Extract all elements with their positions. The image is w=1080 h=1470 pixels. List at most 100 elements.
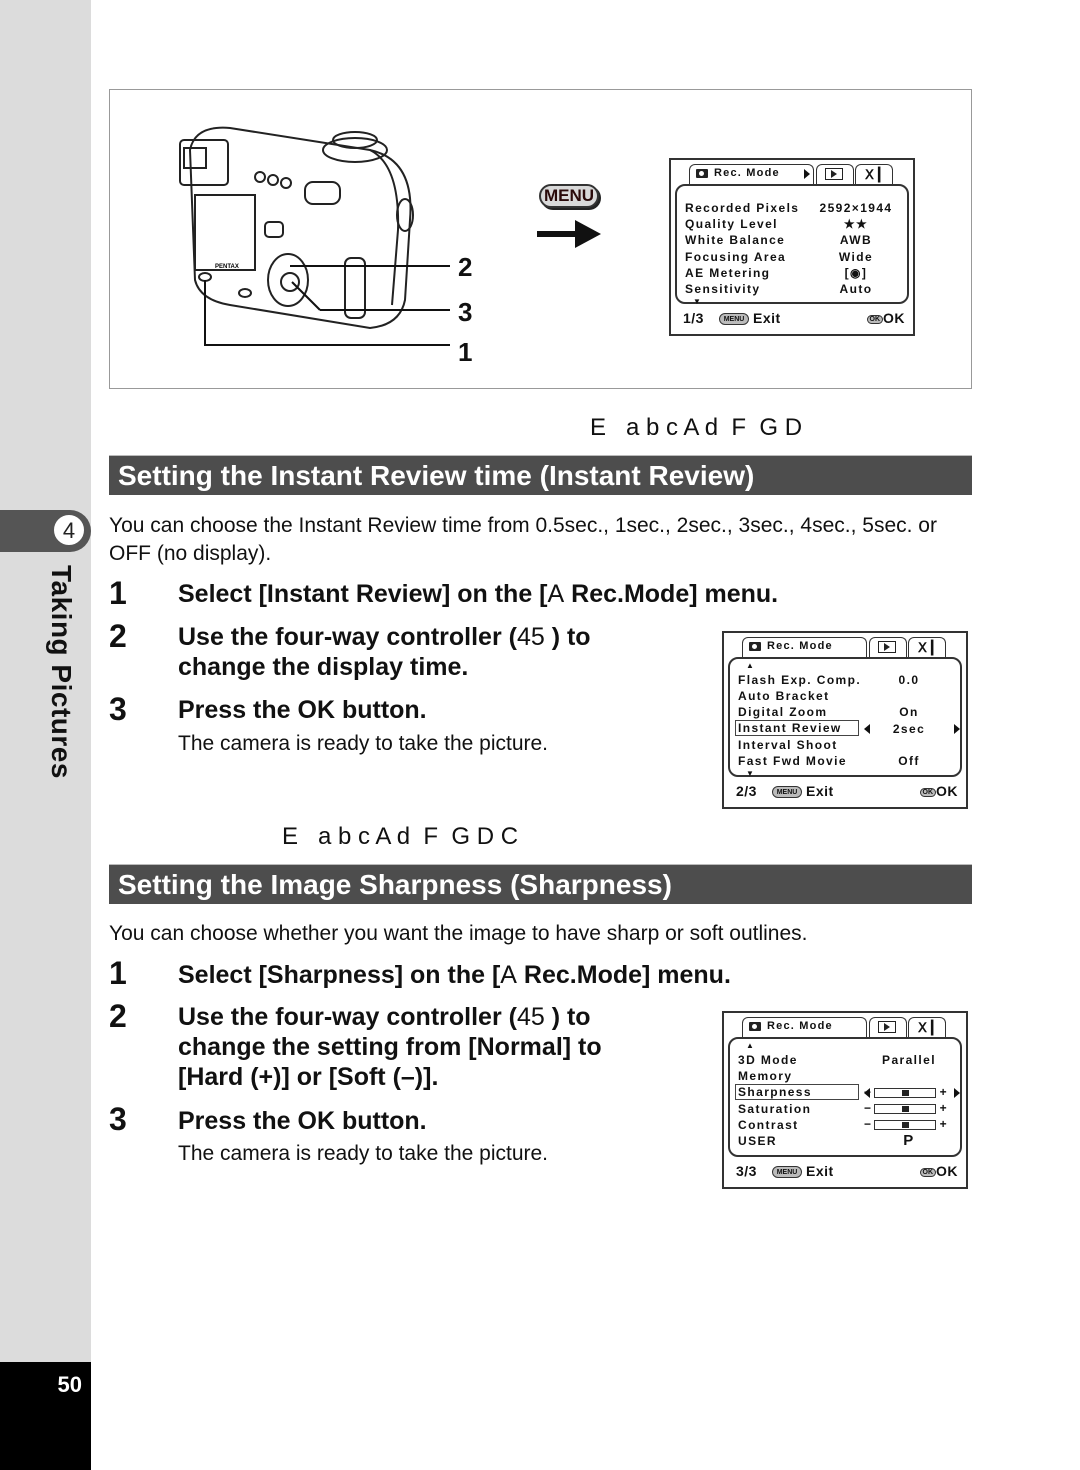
step-number: 2 [109, 618, 127, 654]
contrast-slider[interactable]: − + [864, 1117, 947, 1131]
playback-icon [878, 641, 896, 653]
tab-setup[interactable]: Ⅹ┃ [855, 164, 893, 184]
menu-row[interactable]: Saturation − + [738, 1101, 956, 1117]
scroll-up-icon[interactable]: ▲ [746, 661, 755, 670]
menu-row[interactable]: Focusing Area Wide [685, 249, 903, 265]
menu-row[interactable]: 3D Mode Parallel [738, 1052, 956, 1068]
right-arrow-icon[interactable] [954, 1088, 960, 1098]
page-indicator: 1/3 [683, 310, 704, 326]
menu-row[interactable]: Sensitivity Auto [685, 281, 903, 297]
camera-icon [749, 642, 761, 651]
menu-row[interactable]: Digital Zoom On [738, 704, 956, 720]
symbol-line: E a b c A d F G D [590, 414, 803, 441]
menu-row[interactable]: Recorded Pixels 2592×1944 [685, 200, 903, 216]
chapter-title: Taking Pictures [46, 565, 77, 779]
lcd-screen [194, 194, 256, 271]
step-text: Use the four-way controller (45 ) to chan… [178, 623, 591, 681]
slider-knob [901, 1090, 909, 1096]
menu-row[interactable]: USER P [738, 1133, 956, 1149]
menu-row[interactable]: Auto Bracket [738, 688, 956, 704]
callout-2: 2 [458, 252, 473, 282]
right-arrow-icon [537, 220, 601, 248]
ok-label[interactable]: OK OK [919, 1163, 959, 1179]
exit-label[interactable]: Exit [806, 1163, 834, 1179]
step-text: Select [Sharpness] on the [A Rec.Mode] m… [178, 961, 731, 989]
scroll-down-icon[interactable]: ▼ [746, 769, 755, 778]
section-title: Setting the Image Sharpness (Sharpness) [109, 864, 972, 904]
callout-3: 3 [458, 297, 473, 327]
brand-label: PENTAX [215, 264, 239, 270]
four-way-controller [267, 253, 309, 307]
step-text: Press the OK button. [178, 1107, 427, 1135]
tab-right-arrow-icon [804, 169, 810, 179]
lcd-screen-page-1: Rec. Mode Ⅹ┃ Recorded Pixels 2592×1944 Qu… [669, 158, 915, 336]
step-note: The camera is ready to take the picture. [178, 1142, 549, 1165]
menu-row-selected[interactable]: Instant Review 2sec [735, 720, 960, 737]
step-number: 3 [109, 1101, 127, 1137]
menu-row[interactable]: White Balance AWB [685, 232, 903, 248]
menu-button-icon: MENU [539, 184, 599, 208]
ok-pill-icon: OK [919, 1167, 936, 1177]
camera-icon [696, 169, 708, 178]
callout-1: 1 [458, 337, 473, 367]
scroll-up-icon[interactable]: ▲ [746, 1041, 755, 1050]
right-arrow-icon[interactable] [954, 724, 960, 734]
camera-illustration: PENTAX [179, 126, 450, 346]
scroll-down-icon[interactable]: ▼ [693, 297, 702, 306]
step-note: The camera is ready to take the picture. [178, 732, 549, 755]
lcd-screen-page-2: Rec. Mode Ⅹ┃ ▲ Flash Exp. Comp. 0.0 Auto … [722, 631, 968, 809]
tab-playback[interactable] [869, 637, 907, 657]
section-title: Setting the Instant Review time (Instant… [109, 455, 972, 495]
menu-row[interactable]: Quality Level ★★ [685, 216, 903, 232]
lcd-footer: 2/3 MENU Exit OK OK [736, 781, 958, 803]
tab-setup[interactable]: Ⅹ┃ [908, 637, 946, 657]
exit-label[interactable]: Exit [753, 310, 781, 326]
step-text: Press the OK button. [178, 696, 427, 724]
menu-pill-icon: MENU [719, 313, 749, 325]
setup-icon: Ⅹ┃ [918, 1020, 938, 1035]
tab-setup[interactable]: Ⅹ┃ [908, 1017, 946, 1037]
page-number: 50 [57, 1372, 82, 1397]
ok-label[interactable]: OK OK [866, 310, 906, 326]
symbol-line: E a b c A d F G D C [282, 823, 519, 850]
menu-row[interactable]: AE Metering [◉] [685, 265, 903, 281]
ok-pill-icon: OK [866, 314, 883, 324]
setup-icon: Ⅹ┃ [918, 640, 938, 655]
setup-icon: Ⅹ┃ [865, 167, 885, 182]
lcd-screen-page-3: Rec. Mode Ⅹ┃ ▲ 3D Mode Parallel Memory Sh… [722, 1011, 968, 1189]
tab-rec-mode[interactable]: Rec. Mode [742, 1017, 867, 1037]
chapter-number: 4 [52, 513, 86, 547]
page-indicator: 3/3 [736, 1163, 757, 1179]
exit-label[interactable]: Exit [806, 783, 834, 799]
section-intro: You can choose whether you want the imag… [109, 922, 808, 945]
menu-row[interactable]: Flash Exp. Comp. 0.0 [738, 672, 956, 688]
ok-label[interactable]: OK OK [919, 783, 959, 799]
tab-playback[interactable] [869, 1017, 907, 1037]
ok-pill-icon: OK [919, 787, 936, 797]
lcd-footer: 1/3 MENU Exit OK OK [683, 308, 905, 330]
page-indicator: 2/3 [736, 783, 757, 799]
saturation-slider[interactable]: − + [864, 1101, 947, 1115]
menu-row[interactable]: Interval Shoot [738, 737, 956, 753]
section-intro: You can choose the Instant Review time f… [109, 514, 937, 565]
menu-row[interactable]: Memory [738, 1068, 956, 1084]
tab-rec-mode[interactable]: Rec. Mode [689, 164, 814, 184]
menu-row-selected[interactable]: Sharpness − + [735, 1084, 960, 1101]
menu-row[interactable]: Contrast − + [738, 1117, 956, 1133]
playback-icon [878, 1021, 896, 1033]
menu-pill-icon: MENU [772, 786, 802, 798]
step-number: 3 [109, 691, 127, 727]
tab-rec-mode[interactable]: Rec. Mode [742, 637, 867, 657]
menu-row[interactable]: Fast Fwd Movie Off [738, 753, 956, 769]
step-number: 2 [109, 998, 127, 1034]
slider-knob [901, 1106, 909, 1112]
step-text: Select [Instant Review] on the [A Rec.Mo… [178, 580, 779, 608]
sharpness-slider[interactable]: − + [864, 1085, 947, 1099]
step-number: 1 [109, 955, 127, 991]
tab-playback[interactable] [816, 164, 854, 184]
step-text: Use the four-way controller (45 ) to chan… [178, 1003, 602, 1091]
slider-knob [901, 1122, 909, 1128]
menu-pill-icon: MENU [772, 1166, 802, 1178]
camera-icon [749, 1022, 761, 1031]
viewfinder [179, 139, 229, 186]
